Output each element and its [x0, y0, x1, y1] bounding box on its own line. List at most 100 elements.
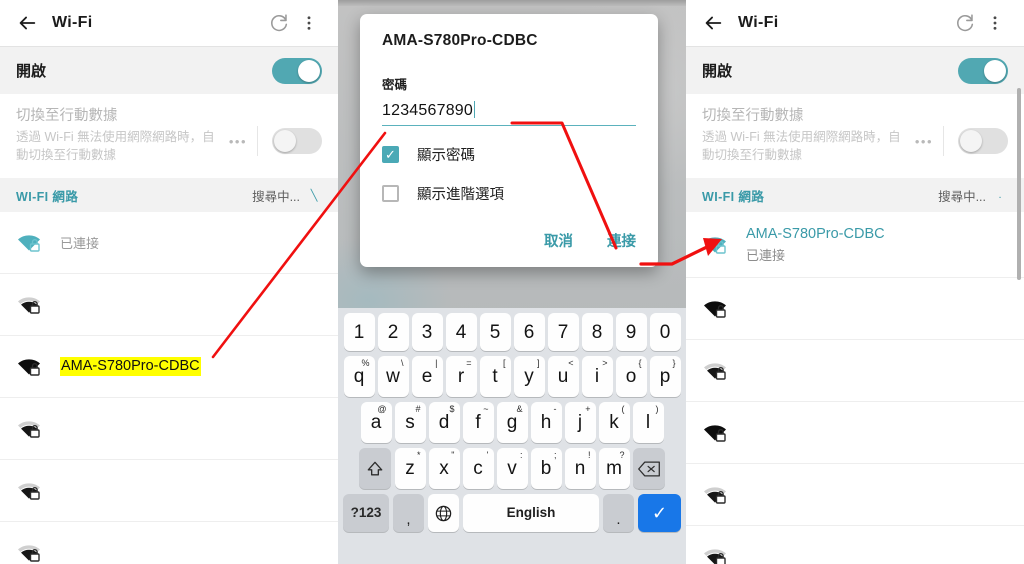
- wifi-enable-toggle[interactable]: [958, 57, 1008, 84]
- key-n[interactable]: ! n: [564, 448, 596, 489]
- mobile-data-row[interactable]: 切換至行動數據 透過 Wi-Fi 無法使用網際網路時，自動切換至行動數據 •••: [686, 94, 1024, 178]
- list-item[interactable]: [686, 340, 1024, 402]
- show-advanced-row[interactable]: 顯示進階選項: [382, 183, 636, 204]
- list-item[interactable]: [0, 460, 338, 522]
- list-item[interactable]: [686, 526, 1024, 564]
- mobile-data-row[interactable]: 切換至行動數據 透過 Wi-Fi 無法使用網際網路時，自動切換至行動數據 •••: [0, 94, 338, 178]
- toggle-knob: [274, 130, 296, 152]
- key-1[interactable]: 1: [343, 313, 375, 351]
- vertical-scrollbar[interactable]: [1017, 88, 1021, 280]
- key-r[interactable]: = r: [445, 356, 477, 397]
- period-label: .: [616, 510, 621, 528]
- list-item[interactable]: 已連接: [0, 212, 338, 274]
- wifi-password-dialog: AMA-S780Pro-CDBC 密碼 1234567890 ✓ 顯示密碼 顯示…: [360, 14, 658, 267]
- key-label: 3: [421, 321, 433, 343]
- list-item[interactable]: [0, 398, 338, 460]
- key-l[interactable]: ) l: [632, 402, 664, 443]
- key-alt-label: }: [672, 358, 676, 368]
- key-label: t: [492, 366, 498, 387]
- key-e[interactable]: | e: [411, 356, 443, 397]
- key-u[interactable]: < u: [547, 356, 579, 397]
- connect-button[interactable]: 連接: [607, 230, 636, 251]
- shift-up-icon[interactable]: [359, 448, 391, 489]
- list-item[interactable]: [686, 402, 1024, 464]
- list-item-ama-s780pro-cdbc[interactable]: AMA-S780Pro-CDBC 已連接: [686, 212, 1024, 278]
- key-v[interactable]: :v: [496, 448, 528, 489]
- dialog-title: AMA-S780Pro-CDBC: [382, 32, 538, 49]
- comma-key[interactable]: ,: [393, 494, 424, 532]
- key-t[interactable]: [t: [479, 356, 511, 397]
- key-i[interactable]: > i: [581, 356, 613, 397]
- key-4[interactable]: 4: [445, 313, 477, 351]
- wifi-enable-row[interactable]: 開啟: [0, 47, 338, 94]
- list-item[interactable]: [686, 464, 1024, 526]
- list-item[interactable]: [0, 522, 338, 564]
- keyboard-row-numbers: 1234567890: [341, 313, 683, 351]
- key-c[interactable]: ' c: [462, 448, 494, 489]
- refresh-icon[interactable]: [950, 8, 980, 38]
- enter-key[interactable]: ✓: [638, 494, 681, 532]
- key-y[interactable]: ] y: [513, 356, 545, 397]
- backspace-icon[interactable]: [633, 448, 665, 489]
- more-horizontal-icon[interactable]: •••: [223, 134, 257, 149]
- key-2[interactable]: 2: [377, 313, 409, 351]
- more-vertical-icon[interactable]: [980, 8, 1010, 38]
- key-9[interactable]: 9: [615, 313, 647, 351]
- key-q[interactable]: % q: [343, 356, 375, 397]
- key-8[interactable]: 8: [581, 313, 613, 351]
- key-alt-label: \: [400, 358, 404, 368]
- key-f[interactable]: ~ f: [462, 402, 494, 443]
- key-o[interactable]: {o: [615, 356, 647, 397]
- wifi-enable-label: 開啟: [702, 63, 733, 80]
- password-input[interactable]: 1234567890: [382, 101, 636, 126]
- key-5[interactable]: 5: [479, 313, 511, 351]
- show-password-row[interactable]: ✓ 顯示密碼: [382, 144, 636, 165]
- key-7[interactable]: 7: [547, 313, 579, 351]
- back-icon[interactable]: [14, 10, 40, 36]
- mobile-data-toggle[interactable]: [958, 128, 1008, 154]
- wifi-lock-icon: [702, 298, 732, 320]
- key-alt-label: -: [553, 404, 557, 414]
- key-0[interactable]: 0: [649, 313, 681, 351]
- page-title: Wi-Fi: [738, 14, 779, 31]
- key-6[interactable]: 6: [513, 313, 545, 351]
- show-password-checkbox[interactable]: ✓: [382, 146, 399, 163]
- key-label: p: [659, 366, 671, 387]
- key-x[interactable]: " x: [428, 448, 460, 489]
- more-horizontal-icon[interactable]: •••: [909, 134, 943, 149]
- left-phone-panel: Wi-Fi 開啟 切換至行動數據 透過 Wi-Fi 無法使用網際網路時，自動切換…: [0, 0, 338, 564]
- key-h[interactable]: -h: [530, 402, 562, 443]
- key-p[interactable]: } p: [649, 356, 681, 397]
- list-item[interactable]: [686, 278, 1024, 340]
- key-3[interactable]: 3: [411, 313, 443, 351]
- list-item-sublabel: 已連接: [746, 247, 786, 263]
- mobile-data-toggle[interactable]: [272, 128, 322, 154]
- wifi-enable-toggle[interactable]: [272, 57, 322, 84]
- period-key[interactable]: .: [603, 494, 634, 532]
- key-b[interactable]: ; b: [530, 448, 562, 489]
- more-vertical-icon[interactable]: [294, 8, 324, 38]
- key-d[interactable]: $ d: [428, 402, 460, 443]
- space-key[interactable]: English: [463, 494, 599, 532]
- key-alt-label: |: [435, 358, 438, 368]
- key-m[interactable]: ? m: [598, 448, 630, 489]
- key-k[interactable]: (k: [598, 402, 630, 443]
- refresh-icon[interactable]: [264, 8, 294, 38]
- key-s[interactable]: # s: [394, 402, 426, 443]
- list-item[interactable]: [0, 274, 338, 336]
- back-icon[interactable]: [700, 10, 726, 36]
- key-a[interactable]: @ a: [360, 402, 392, 443]
- key-j[interactable]: + j: [564, 402, 596, 443]
- key-z[interactable]: * z: [394, 448, 426, 489]
- cancel-button[interactable]: 取消: [544, 230, 573, 251]
- symbols-key[interactable]: ?123: [343, 494, 389, 532]
- wifi-enable-label: 開啟: [16, 63, 47, 80]
- wifi-enable-row[interactable]: 開啟: [686, 47, 1024, 94]
- key-g[interactable]: & g: [496, 402, 528, 443]
- key-label: v: [507, 458, 517, 479]
- key-w[interactable]: \ w: [377, 356, 409, 397]
- show-advanced-checkbox[interactable]: [382, 185, 399, 202]
- dialog-actions: 取消 連接: [382, 230, 636, 257]
- globe-icon[interactable]: [428, 494, 459, 532]
- list-item-ama-s780pro-cdbc[interactable]: AMA-S780Pro-CDBC: [0, 336, 338, 398]
